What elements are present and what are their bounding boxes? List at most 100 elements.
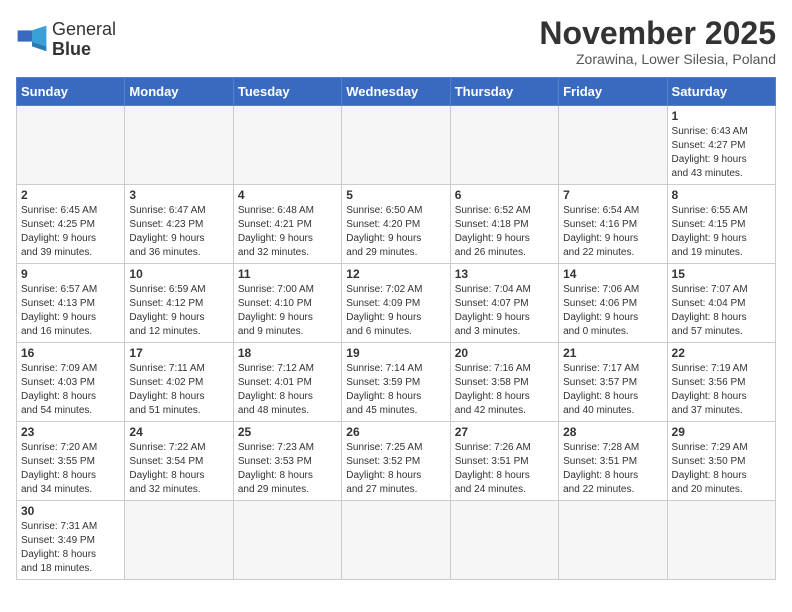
day-info: Sunrise: 6:47 AM Sunset: 4:23 PM Dayligh… xyxy=(129,204,228,260)
calendar-cell: 30 Sunrise: 7:31 AM Sunset: 3:49 PM Dayli… xyxy=(17,501,125,580)
calendar-cell xyxy=(125,106,233,185)
day-info: Sunrise: 7:16 AM Sunset: 3:58 PM Dayligh… xyxy=(455,362,554,418)
calendar-cell xyxy=(667,501,775,580)
day-number: 1 xyxy=(672,109,771,123)
day-info: Sunrise: 7:06 AM Sunset: 4:06 PM Dayligh… xyxy=(563,283,662,339)
calendar-cell xyxy=(342,106,450,185)
day-number: 11 xyxy=(238,267,337,281)
calendar-cell: 9Sunrise: 6:57 AM Sunset: 4:13 PM Daylig… xyxy=(17,264,125,343)
logo-icon xyxy=(16,24,48,56)
day-number: 25 xyxy=(238,425,337,439)
day-info: Sunrise: 7:25 AM Sunset: 3:52 PM Dayligh… xyxy=(346,441,445,497)
day-info: Sunrise: 6:45 AM Sunset: 4:25 PM Dayligh… xyxy=(21,204,120,260)
calendar-cell: 18 Sunrise: 7:12 AM Sunset: 4:01 PM Dayli… xyxy=(233,343,341,422)
calendar-cell: 1 Sunrise: 6:43 AM Sunset: 4:27 PM Daylig… xyxy=(667,106,775,185)
calendar-row-5: 23 Sunrise: 7:20 AM Sunset: 3:55 PM Dayli… xyxy=(17,422,776,501)
calendar-cell: 27Sunrise: 7:26 AM Sunset: 3:51 PM Dayli… xyxy=(450,422,558,501)
day-number: 13 xyxy=(455,267,554,281)
day-number: 24 xyxy=(129,425,228,439)
calendar: SundayMondayTuesdayWednesdayThursdayFrid… xyxy=(16,77,776,580)
calendar-cell: 19 Sunrise: 7:14 AM Sunset: 3:59 PM Dayli… xyxy=(342,343,450,422)
weekday-header-monday: Monday xyxy=(125,78,233,106)
calendar-cell: 7 Sunrise: 6:54 AM Sunset: 4:16 PM Daylig… xyxy=(559,185,667,264)
calendar-cell: 5 Sunrise: 6:50 AM Sunset: 4:20 PM Daylig… xyxy=(342,185,450,264)
day-number: 2 xyxy=(21,188,120,202)
calendar-cell: 8 Sunrise: 6:55 AM Sunset: 4:15 PM Daylig… xyxy=(667,185,775,264)
day-info: Sunrise: 6:50 AM Sunset: 4:20 PM Dayligh… xyxy=(346,204,445,260)
calendar-row-4: 16Sunrise: 7:09 AM Sunset: 4:03 PM Dayli… xyxy=(17,343,776,422)
calendar-cell: 29Sunrise: 7:29 AM Sunset: 3:50 PM Dayli… xyxy=(667,422,775,501)
day-info: Sunrise: 7:23 AM Sunset: 3:53 PM Dayligh… xyxy=(238,441,337,497)
day-info: Sunrise: 7:11 AM Sunset: 4:02 PM Dayligh… xyxy=(129,362,228,418)
day-info: Sunrise: 7:29 AM Sunset: 3:50 PM Dayligh… xyxy=(672,441,771,497)
calendar-cell xyxy=(450,106,558,185)
calendar-cell: 4Sunrise: 6:48 AM Sunset: 4:21 PM Daylig… xyxy=(233,185,341,264)
day-info: Sunrise: 7:20 AM Sunset: 3:55 PM Dayligh… xyxy=(21,441,120,497)
day-info: Sunrise: 7:04 AM Sunset: 4:07 PM Dayligh… xyxy=(455,283,554,339)
day-info: Sunrise: 7:22 AM Sunset: 3:54 PM Dayligh… xyxy=(129,441,228,497)
day-number: 14 xyxy=(563,267,662,281)
day-info: Sunrise: 7:00 AM Sunset: 4:10 PM Dayligh… xyxy=(238,283,337,339)
weekday-header-tuesday: Tuesday xyxy=(233,78,341,106)
day-number: 6 xyxy=(455,188,554,202)
calendar-cell: 25 Sunrise: 7:23 AM Sunset: 3:53 PM Dayli… xyxy=(233,422,341,501)
day-number: 30 xyxy=(21,504,120,518)
calendar-row-2: 2 Sunrise: 6:45 AM Sunset: 4:25 PM Daylig… xyxy=(17,185,776,264)
day-number: 7 xyxy=(563,188,662,202)
calendar-cell: 12 Sunrise: 7:02 AM Sunset: 4:09 PM Dayli… xyxy=(342,264,450,343)
calendar-cell: 13 Sunrise: 7:04 AM Sunset: 4:07 PM Dayli… xyxy=(450,264,558,343)
day-number: 20 xyxy=(455,346,554,360)
logo-text: GeneralBlue xyxy=(52,20,116,60)
day-number: 5 xyxy=(346,188,445,202)
day-number: 17 xyxy=(129,346,228,360)
day-info: Sunrise: 7:31 AM Sunset: 3:49 PM Dayligh… xyxy=(21,520,120,576)
day-info: Sunrise: 6:57 AM Sunset: 4:13 PM Dayligh… xyxy=(21,283,120,339)
day-info: Sunrise: 6:48 AM Sunset: 4:21 PM Dayligh… xyxy=(238,204,337,260)
day-info: Sunrise: 6:59 AM Sunset: 4:12 PM Dayligh… xyxy=(129,283,228,339)
calendar-cell: 21Sunrise: 7:17 AM Sunset: 3:57 PM Dayli… xyxy=(559,343,667,422)
day-info: Sunrise: 6:52 AM Sunset: 4:18 PM Dayligh… xyxy=(455,204,554,260)
calendar-cell xyxy=(17,106,125,185)
day-number: 28 xyxy=(563,425,662,439)
calendar-cell xyxy=(342,501,450,580)
day-number: 18 xyxy=(238,346,337,360)
weekday-header-saturday: Saturday xyxy=(667,78,775,106)
calendar-cell xyxy=(450,501,558,580)
day-info: Sunrise: 7:02 AM Sunset: 4:09 PM Dayligh… xyxy=(346,283,445,339)
day-number: 19 xyxy=(346,346,445,360)
calendar-cell: 2 Sunrise: 6:45 AM Sunset: 4:25 PM Daylig… xyxy=(17,185,125,264)
weekday-header-friday: Friday xyxy=(559,78,667,106)
day-number: 23 xyxy=(21,425,120,439)
calendar-cell xyxy=(559,501,667,580)
calendar-cell: 10Sunrise: 6:59 AM Sunset: 4:12 PM Dayli… xyxy=(125,264,233,343)
calendar-cell: 22Sunrise: 7:19 AM Sunset: 3:56 PM Dayli… xyxy=(667,343,775,422)
day-info: Sunrise: 7:26 AM Sunset: 3:51 PM Dayligh… xyxy=(455,441,554,497)
calendar-cell: 3Sunrise: 6:47 AM Sunset: 4:23 PM Daylig… xyxy=(125,185,233,264)
day-info: Sunrise: 7:17 AM Sunset: 3:57 PM Dayligh… xyxy=(563,362,662,418)
calendar-row-3: 9Sunrise: 6:57 AM Sunset: 4:13 PM Daylig… xyxy=(17,264,776,343)
calendar-cell: 24 Sunrise: 7:22 AM Sunset: 3:54 PM Dayli… xyxy=(125,422,233,501)
calendar-cell: 23 Sunrise: 7:20 AM Sunset: 3:55 PM Dayli… xyxy=(17,422,125,501)
calendar-cell: 6 Sunrise: 6:52 AM Sunset: 4:18 PM Daylig… xyxy=(450,185,558,264)
calendar-cell: 20 Sunrise: 7:16 AM Sunset: 3:58 PM Dayli… xyxy=(450,343,558,422)
day-info: Sunrise: 6:43 AM Sunset: 4:27 PM Dayligh… xyxy=(672,125,771,181)
day-info: Sunrise: 6:54 AM Sunset: 4:16 PM Dayligh… xyxy=(563,204,662,260)
day-number: 8 xyxy=(672,188,771,202)
month-title: November 2025 xyxy=(539,16,776,51)
calendar-cell: 17 Sunrise: 7:11 AM Sunset: 4:02 PM Dayli… xyxy=(125,343,233,422)
weekday-header-thursday: Thursday xyxy=(450,78,558,106)
day-info: Sunrise: 7:28 AM Sunset: 3:51 PM Dayligh… xyxy=(563,441,662,497)
day-number: 15 xyxy=(672,267,771,281)
calendar-cell: 14 Sunrise: 7:06 AM Sunset: 4:06 PM Dayli… xyxy=(559,264,667,343)
calendar-cell: 28 Sunrise: 7:28 AM Sunset: 3:51 PM Dayli… xyxy=(559,422,667,501)
day-number: 12 xyxy=(346,267,445,281)
day-info: Sunrise: 6:55 AM Sunset: 4:15 PM Dayligh… xyxy=(672,204,771,260)
header: GeneralBlue November 2025 Zorawina, Lowe… xyxy=(16,16,776,67)
day-info: Sunrise: 7:19 AM Sunset: 3:56 PM Dayligh… xyxy=(672,362,771,418)
calendar-cell xyxy=(125,501,233,580)
day-number: 16 xyxy=(21,346,120,360)
logo: GeneralBlue xyxy=(16,20,116,60)
day-info: Sunrise: 7:12 AM Sunset: 4:01 PM Dayligh… xyxy=(238,362,337,418)
calendar-cell xyxy=(559,106,667,185)
day-info: Sunrise: 7:14 AM Sunset: 3:59 PM Dayligh… xyxy=(346,362,445,418)
